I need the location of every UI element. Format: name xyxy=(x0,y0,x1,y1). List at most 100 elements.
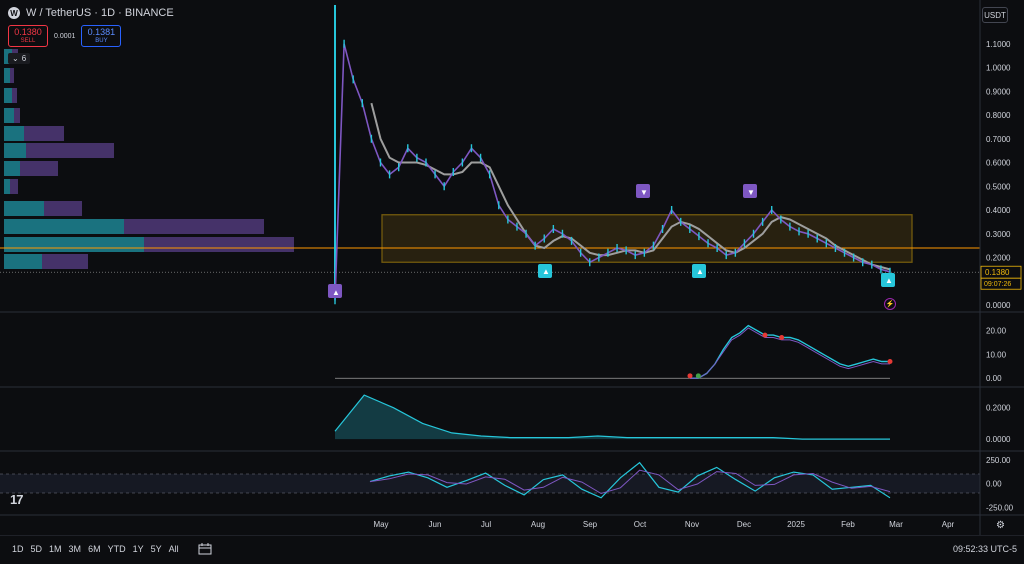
sell-signal-marker: ▼ xyxy=(636,184,650,198)
price-tick-label: 0.3000 xyxy=(986,230,1011,239)
symbol-header[interactable]: W W / TetherUS · 1D · BINANCE xyxy=(8,7,174,19)
price-tick-label: 1.0000 xyxy=(986,64,1011,73)
buy-button[interactable]: 0.1381 BUY xyxy=(81,25,122,47)
price-tick-label: 1.1000 xyxy=(986,40,1011,49)
band-fill xyxy=(0,474,980,493)
bottom-toolbar: 1D 5D 1M 3M 6M YTD 1Y 5Y All 09:52:33 UTC-5 xyxy=(0,535,1024,564)
signal-dot xyxy=(695,373,701,379)
time-tick-label: Dec xyxy=(737,520,751,529)
volume-profile-bar xyxy=(4,143,26,158)
arrow-up-icon: ▲ xyxy=(885,276,893,285)
volume-profile-bar xyxy=(20,161,58,176)
oscillator-1-signal xyxy=(690,327,890,379)
sell-signal-marker: ▲ xyxy=(328,284,342,298)
time-tick-label: Feb xyxy=(841,520,855,529)
calendar-range-icon[interactable] xyxy=(198,542,212,556)
oscillator-panel-2[interactable] xyxy=(334,394,890,440)
price-axis[interactable]: 1.1000 1.0000 0.9000 0.8000 0.7000 0.6000 0.50… xyxy=(979,0,1022,535)
time-tick-label: 2025 xyxy=(787,520,805,529)
timeframe-list: 1D 5D 1M 3M 6M YTD 1Y 5Y All xyxy=(12,544,179,554)
volume-profile-bar xyxy=(44,201,82,216)
price-tick-label: 0.9000 xyxy=(986,87,1011,96)
countdown-value: 09:07:26 xyxy=(984,281,1011,288)
consolidation-zone xyxy=(381,214,913,263)
signal-dot xyxy=(687,373,693,379)
timeframe-5y[interactable]: 5Y xyxy=(151,544,162,554)
volume-profile-bar xyxy=(4,254,42,269)
volume-profile-bar xyxy=(26,143,114,158)
price-tick-label: 0.8000 xyxy=(986,111,1011,120)
timeframe-all[interactable]: All xyxy=(169,544,179,554)
time-tick-label: Nov xyxy=(685,520,699,529)
buy-price: 0.1381 xyxy=(87,26,116,37)
price-tag-value: 0.1380 xyxy=(985,268,1010,277)
trade-panel: 0.1380 SELL 0.0001 0.1381 BUY xyxy=(8,25,122,47)
volume-profile-bar xyxy=(24,126,64,141)
arrow-up-icon: ▲ xyxy=(542,267,550,276)
volume-profile-bar xyxy=(4,237,144,252)
volume-profile-bar xyxy=(10,68,14,83)
oscillator-panel-3[interactable] xyxy=(0,461,980,499)
volume-profile-bar xyxy=(4,126,24,141)
volume-profile-bar xyxy=(42,254,88,269)
oscillator-2-area xyxy=(335,395,890,440)
arrow-up-icon: ▲ xyxy=(696,267,704,276)
timeframe-5d[interactable]: 5D xyxy=(31,544,43,554)
volume-profile-bar xyxy=(10,179,18,194)
tradingview-logo-icon[interactable]: 17 xyxy=(10,492,24,507)
volume-profile-bar xyxy=(4,68,10,83)
timeframe-1m[interactable]: 1M xyxy=(49,544,62,554)
price-tick-label: 0.5000 xyxy=(986,182,1011,191)
buy-signal-marker: ▲ xyxy=(538,264,552,278)
lock-icon: ▼ xyxy=(640,188,648,197)
price-tick-label: 0.2000 xyxy=(986,254,1011,263)
osc1-tick-label: 0.00 xyxy=(986,374,1002,383)
time-tick-label: Sep xyxy=(583,520,598,529)
lightning-icon[interactable]: ⚡ xyxy=(884,298,896,310)
volume-profile-bar xyxy=(4,161,20,176)
volume-profile-bar xyxy=(4,219,124,234)
timeframe-ytd[interactable]: YTD xyxy=(108,544,126,554)
lock-icon: ▲ xyxy=(332,288,340,297)
time-tick-label: Apr xyxy=(942,520,955,529)
volume-profile-bar xyxy=(4,179,10,194)
symbol-title[interactable]: W / TetherUS · 1D · BINANCE xyxy=(26,7,174,19)
price-panel[interactable]: ▲ ▼ ▼ ▲ ▲ ▲ xyxy=(0,5,980,305)
timeframe-1d[interactable]: 1D xyxy=(12,544,24,554)
volume-profile-bar xyxy=(12,88,17,103)
volume-profile xyxy=(4,49,294,269)
signal-dot xyxy=(779,335,785,341)
currency-button[interactable]: USDT xyxy=(982,7,1008,23)
oscillator-1-line xyxy=(690,324,890,379)
volume-profile-bar xyxy=(4,108,14,123)
buy-signal-marker: ▲ xyxy=(881,273,895,287)
sell-button[interactable]: 0.1380 SELL xyxy=(8,25,48,47)
spread-value: 0.0001 xyxy=(54,32,76,40)
buy-label: BUY xyxy=(95,37,108,44)
sell-signal-marker: ▼ xyxy=(743,184,757,198)
buy-signal-marker: ▲ xyxy=(692,264,706,278)
indicators-toggle[interactable]: ⌄ 6 xyxy=(8,53,31,64)
chevron-down-icon: ⌄ xyxy=(12,54,19,63)
oscillator-panel-1[interactable] xyxy=(335,324,893,379)
price-tick-label: 0.6000 xyxy=(986,159,1011,168)
volume-profile-bar xyxy=(4,88,12,103)
time-axis[interactable]: May Jun Jul Aug Sep Oct Nov Dec 2025 Feb Mar Apr ⚙ xyxy=(0,311,1024,531)
gear-icon[interactable]: ⚙ xyxy=(996,520,1005,531)
osc3-tick-label: -250.00 xyxy=(986,503,1014,512)
osc3-tick-label: 250.00 xyxy=(986,456,1011,465)
time-tick-label: Aug xyxy=(531,520,545,529)
signal-dot xyxy=(762,332,768,338)
timeframe-6m[interactable]: 6M xyxy=(88,544,101,554)
osc3-tick-label: 0.00 xyxy=(986,480,1002,489)
sell-label: SELL xyxy=(20,37,36,44)
timeframe-1y[interactable]: 1Y xyxy=(133,544,144,554)
clock[interactable]: 09:52:33 UTC-5 xyxy=(953,544,1017,554)
symbol-logo-icon: W xyxy=(8,7,20,19)
chart-canvas[interactable]: ▲ ▼ ▼ ▲ ▲ ▲ 1.1000 1.0000 0.9000 0.8000 0.7000 0.6… xyxy=(0,0,1024,535)
time-tick-label: Jun xyxy=(429,520,442,529)
osc2-tick-label: 0.0000 xyxy=(986,435,1011,444)
volume-profile-bar xyxy=(144,237,294,252)
chart-window: ▲ ▼ ▼ ▲ ▲ ▲ 1.1000 1.0000 0.9000 0.8000 0.7000 0.6… xyxy=(0,0,1024,564)
timeframe-3m[interactable]: 3M xyxy=(69,544,82,554)
